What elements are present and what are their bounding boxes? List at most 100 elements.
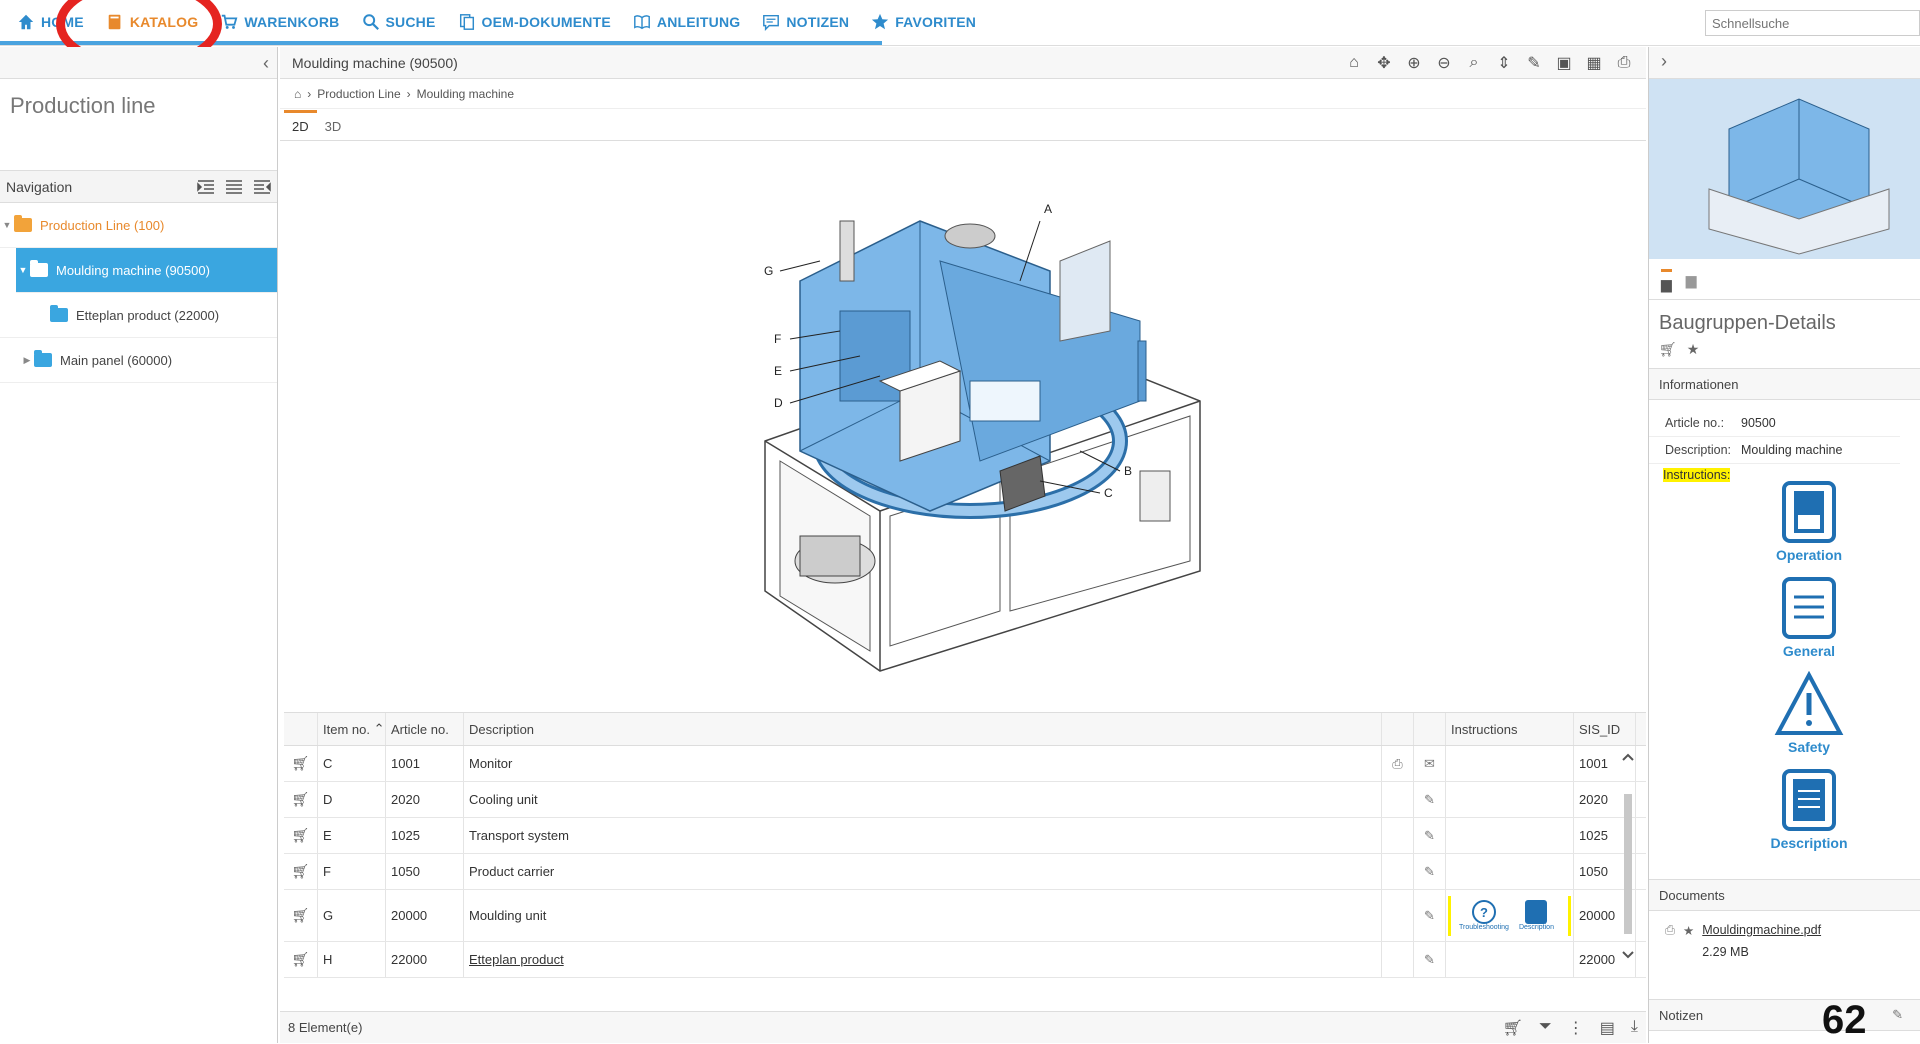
cell-description[interactable]: Etteplan product xyxy=(469,952,564,967)
download-icon[interactable]: ⤓ xyxy=(1631,1018,1638,1038)
favorite-star-icon[interactable]: ★ xyxy=(1687,341,1700,358)
pdf-icon[interactable]: ⎙ xyxy=(1614,53,1634,73)
grid-icon[interactable]: ▦ xyxy=(1584,53,1604,73)
home-view-icon[interactable]: ⌂ xyxy=(1344,53,1364,73)
pan-icon[interactable]: ✥ xyxy=(1374,53,1394,73)
breadcrumb-home-icon[interactable]: ⌂ xyxy=(294,87,301,101)
element-count: 8 Element(e) xyxy=(288,1020,363,1035)
document-lines-icon xyxy=(1782,577,1836,639)
thumbnail-preview[interactable] xyxy=(1649,79,1920,259)
cell-description: Monitor xyxy=(469,756,513,771)
nav-oem-dokumente[interactable]: OEM-DOKUMENTE xyxy=(447,0,622,44)
comment-icon[interactable]: ✉ xyxy=(1424,756,1435,772)
add-to-cart-icon[interactable]: 🛒︎ xyxy=(1659,341,1677,358)
zoom-icon[interactable]: ⌕ xyxy=(1464,53,1484,73)
pdf-icon[interactable]: ⎙ xyxy=(1392,756,1402,772)
table-row[interactable]: 🛒︎ H 22000 Etteplan product ✎ 22000 xyxy=(284,942,1646,978)
breadcrumb-item[interactable]: Moulding machine xyxy=(417,87,514,101)
expand-arrow-icon[interactable]: ▼ xyxy=(16,265,30,275)
indent-icon[interactable] xyxy=(197,179,215,195)
edit-pencil-icon[interactable]: ✎ xyxy=(1424,952,1435,968)
description-button[interactable]: Description xyxy=(1519,900,1554,931)
callout-e[interactable]: E xyxy=(774,364,782,378)
cell-article-no: 20000 xyxy=(386,890,464,941)
tree-item-production-line[interactable]: ▼ Production Line (100) xyxy=(0,203,277,248)
col-sis-id[interactable]: SIS_ID xyxy=(1574,713,1636,745)
collapse-right-icon[interactable]: › xyxy=(1661,51,1667,71)
notes-tab-icon[interactable]: ▆ xyxy=(1686,272,1697,289)
callout-c[interactable]: C xyxy=(1104,486,1113,500)
tab-3d[interactable]: 3D xyxy=(317,113,350,140)
documents-section-header[interactable]: Documents xyxy=(1649,879,1920,911)
col-item-no[interactable]: Item no. ⌃ xyxy=(318,713,386,745)
edit-pencil-icon[interactable]: ✎ xyxy=(1424,828,1435,844)
details-actions: 🛒︎ ★ xyxy=(1649,339,1920,368)
instruction-operation[interactable]: Operation xyxy=(1759,479,1859,563)
list-icon[interactable] xyxy=(225,179,243,195)
add-to-cart-icon[interactable]: 🛒︎ xyxy=(292,907,310,924)
nav-favoriten[interactable]: FAVORITEN xyxy=(860,0,987,44)
nav-warenkorb[interactable]: WARENKORB xyxy=(209,0,350,44)
instruction-safety[interactable]: Safety xyxy=(1759,671,1859,755)
callout-d[interactable]: D xyxy=(774,396,783,410)
image-icon[interactable]: ▣ xyxy=(1554,53,1574,73)
table-row[interactable]: 🛒︎ C 1001 Monitor ⎙ ✉ 1001 xyxy=(284,746,1646,782)
nav-suche[interactable]: SUCHE xyxy=(351,0,447,44)
add-to-cart-icon[interactable]: 🛒︎ xyxy=(292,755,310,772)
edit-pencil-icon[interactable]: ✎ xyxy=(1424,908,1435,924)
description-doc-icon xyxy=(1782,769,1836,831)
table-row[interactable]: 🛒︎ E 1025 Transport system ✎ 1025 xyxy=(284,818,1646,854)
filter-icon[interactable]: ⏷ xyxy=(1539,1018,1552,1038)
troubleshooting-button[interactable]: ? Troubleshooting xyxy=(1459,900,1509,931)
callout-f[interactable]: F xyxy=(774,332,781,346)
edit-pencil-icon[interactable]: ✎ xyxy=(1424,792,1435,808)
document-link[interactable]: Mouldingmachine.pdf xyxy=(1702,923,1821,937)
edit-pencil-icon[interactable]: ✎ xyxy=(1892,1007,1903,1023)
notes-section-header[interactable]: Notizen ✎ xyxy=(1649,999,1920,1031)
nav-anleitung[interactable]: ANLEITUNG xyxy=(622,0,751,44)
instruction-general[interactable]: General xyxy=(1759,575,1859,659)
quick-search-input[interactable] xyxy=(1705,10,1920,36)
add-to-cart-icon[interactable]: 🛒︎ xyxy=(292,791,310,808)
table-row[interactable]: 🛒︎ D 2020 Cooling unit ✎ 2020 xyxy=(284,782,1646,818)
add-to-cart-icon[interactable]: 🛒︎ xyxy=(292,827,310,844)
col-description[interactable]: Description xyxy=(464,713,1382,745)
fit-icon[interactable]: ⇕ xyxy=(1494,53,1514,73)
pen-icon[interactable]: ✎ xyxy=(1524,53,1544,73)
add-to-cart-icon[interactable]: 🛒︎ xyxy=(292,863,310,880)
machine-drawing[interactable]: A B C D E F G xyxy=(280,141,1646,711)
expand-arrow-icon[interactable]: ▶ xyxy=(20,355,34,366)
right-panel: › ▆ ▆ Baugruppen-Details 🛒︎ ★ Informatio… xyxy=(1648,47,1920,1043)
tree-item-etteplan-product[interactable]: Etteplan product (22000) xyxy=(0,293,277,338)
col-instructions[interactable]: Instructions xyxy=(1446,713,1574,745)
instruction-description[interactable]: Description xyxy=(1759,767,1859,851)
clipboard-icon[interactable]: ▤ xyxy=(1600,1018,1615,1038)
tab-2d[interactable]: 2D xyxy=(284,110,317,140)
open-book-icon xyxy=(633,15,650,30)
col-article-no[interactable]: Article no. xyxy=(386,713,464,745)
edit-pencil-icon[interactable]: ✎ xyxy=(1424,864,1435,880)
callout-g[interactable]: G xyxy=(764,264,773,278)
outdent-icon[interactable] xyxy=(253,179,271,195)
expand-arrow-icon[interactable]: ▼ xyxy=(0,220,14,230)
collapse-left-icon[interactable]: ‹ xyxy=(263,53,269,74)
more-icon[interactable]: ⋮ xyxy=(1568,1018,1584,1038)
tree-item-moulding-machine[interactable]: ▼ Moulding machine (90500) xyxy=(16,248,277,293)
details-tab-icon[interactable]: ▆ xyxy=(1661,268,1672,293)
breadcrumb-separator-icon: › xyxy=(406,86,411,101)
zoom-in-icon[interactable]: ⊕ xyxy=(1404,53,1424,73)
callout-b[interactable]: B xyxy=(1124,464,1132,478)
info-section-header[interactable]: Informationen xyxy=(1649,368,1920,400)
nav-notizen[interactable]: NOTIZEN xyxy=(751,0,860,44)
document-star-icon[interactable]: ★ xyxy=(1683,923,1694,959)
zoom-out-icon[interactable]: ⊖ xyxy=(1434,53,1454,73)
breadcrumb-item[interactable]: Production Line xyxy=(317,87,400,101)
add-to-cart-icon[interactable]: 🛒︎ xyxy=(292,951,310,968)
warning-triangle-icon xyxy=(1774,671,1844,735)
callout-a[interactable]: A xyxy=(1044,202,1052,216)
tree-item-main-panel[interactable]: ▶ Main panel (60000) xyxy=(0,338,277,383)
table-row[interactable]: 🛒︎ F 1050 Product carrier ✎ 1050 xyxy=(284,854,1646,890)
table-row[interactable]: 🛒︎ G 20000 Moulding unit ✎ ? Troubleshooting De… xyxy=(284,890,1646,942)
table-scrollbar[interactable] xyxy=(1620,744,1636,1044)
add-cart-icon[interactable]: 🛒︎ xyxy=(1503,1018,1523,1038)
